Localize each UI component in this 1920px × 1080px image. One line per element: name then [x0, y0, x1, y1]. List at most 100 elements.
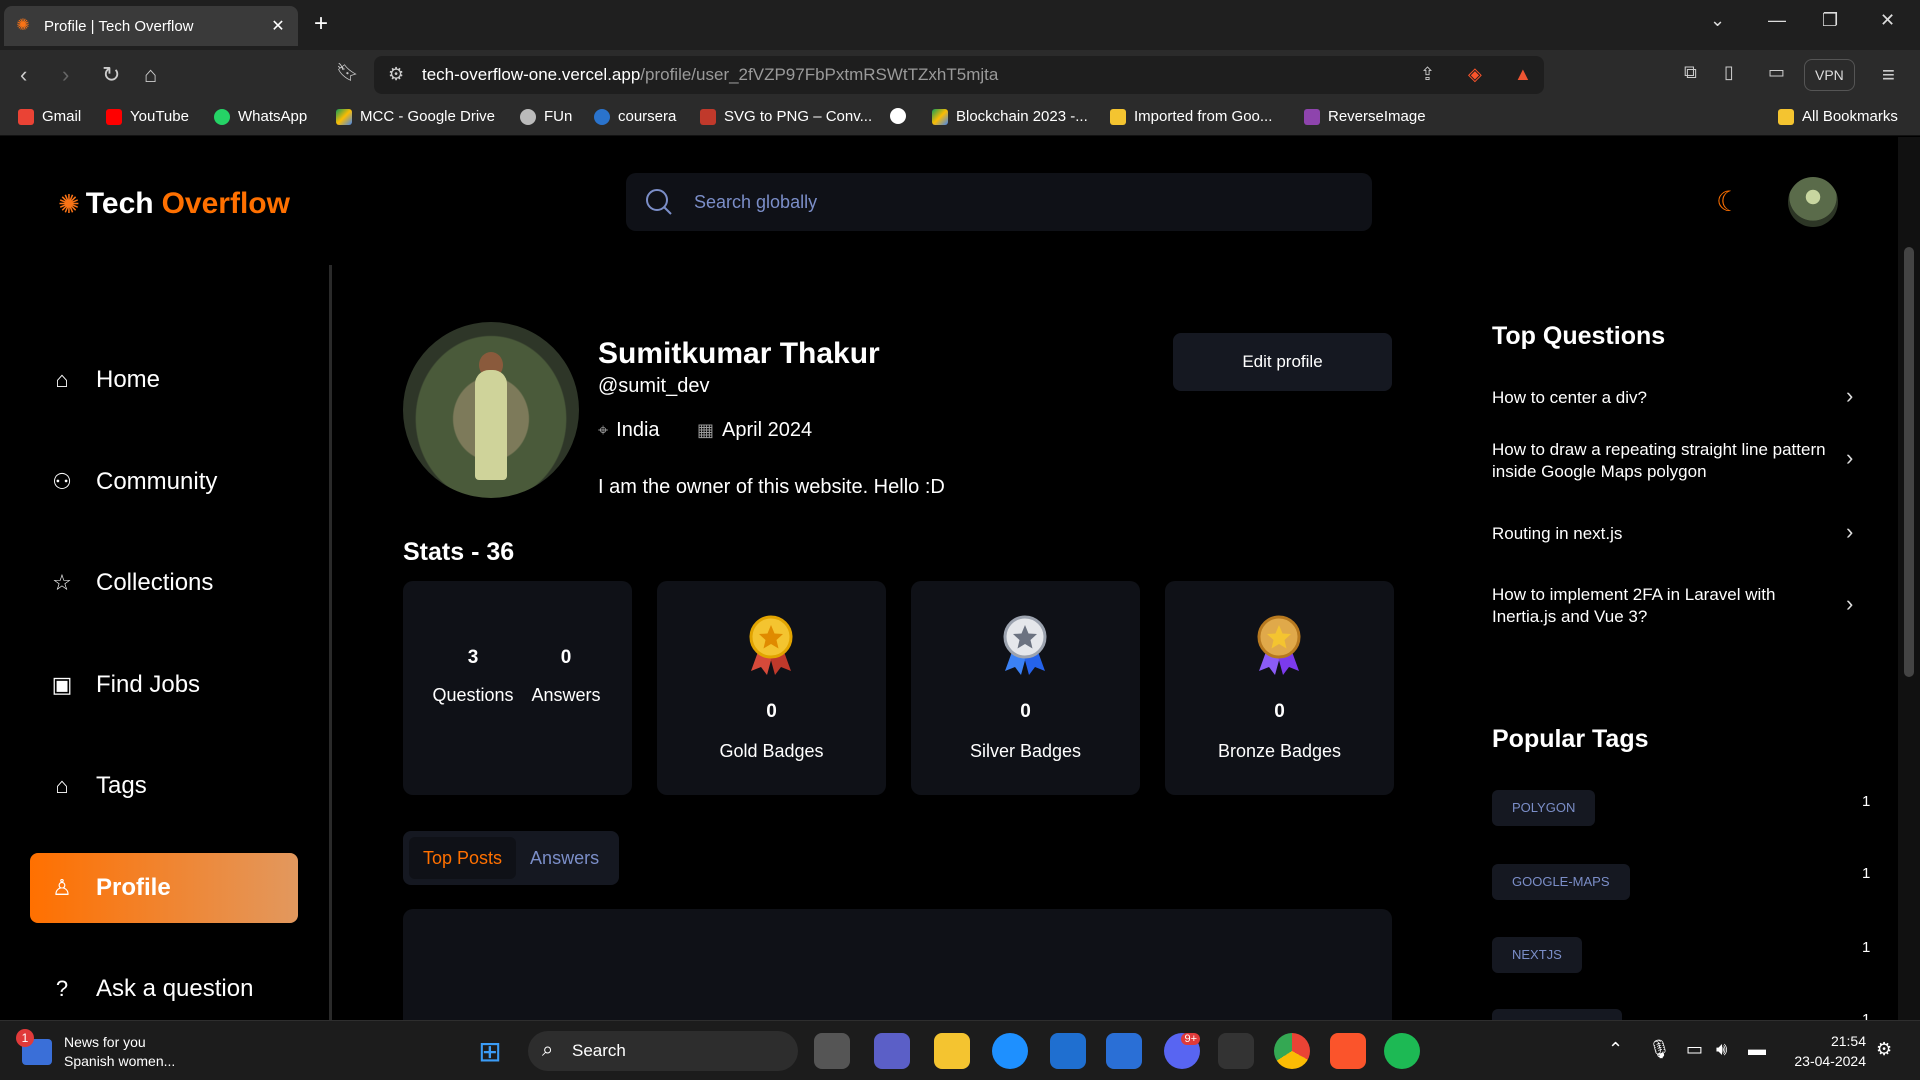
close-window-icon[interactable]: ✕	[1880, 10, 1895, 31]
stat-card-bronze: 0 Bronze Badges	[1165, 581, 1394, 795]
network-icon[interactable]: ▭	[1686, 1039, 1703, 1060]
star-icon: ☆	[52, 570, 72, 595]
top-question-item[interactable]: How to center a div?	[1492, 387, 1832, 409]
windows-start-icon[interactable]: ⊞	[472, 1033, 508, 1069]
nav-ask-question[interactable]: ? Ask a question	[30, 954, 298, 1020]
teams-icon[interactable]	[874, 1033, 910, 1069]
top-question-item[interactable]: How to implement 2FA in Laravel with Ine…	[1492, 584, 1832, 628]
terminal-icon[interactable]	[1218, 1033, 1254, 1069]
task-view-icon[interactable]	[814, 1033, 850, 1069]
edge-icon[interactable]	[992, 1033, 1028, 1069]
top-question-item[interactable]: How to draw a repeating straight line pa…	[1492, 439, 1832, 483]
bookmark-coursera[interactable]: coursera	[594, 108, 676, 125]
brave-shields-icon[interactable]: ◈	[1468, 64, 1482, 85]
bookmark-blockchain[interactable]: Blockchain 2023 -...	[932, 108, 1088, 125]
bookmark-mcc-drive[interactable]: MCC - Google Drive	[336, 108, 495, 125]
wallet-icon[interactable]: ▭	[1768, 62, 1785, 83]
close-tab-icon[interactable]: ✕	[268, 16, 288, 36]
news-title: News for you	[64, 1034, 146, 1050]
nav-find-jobs[interactable]: ▣ Find Jobs	[30, 650, 298, 720]
profile-photo-body	[475, 370, 507, 480]
top-question-item[interactable]: Routing in next.js	[1492, 523, 1832, 545]
google-drive-icon	[336, 108, 352, 125]
ms-store-icon[interactable]	[1106, 1033, 1142, 1069]
tag-pill[interactable]: NEXTJS	[1492, 937, 1582, 973]
nav-home[interactable]: ⌂ Home	[30, 345, 298, 415]
spotify-icon[interactable]	[1384, 1033, 1420, 1069]
browser-tab[interactable]: ✺ Profile | Tech Overflow ✕	[4, 6, 298, 46]
show-hidden-icons[interactable]: ⌃	[1608, 1039, 1623, 1060]
chevron-right-icon[interactable]: ›	[1846, 519, 1853, 545]
file-explorer-icon[interactable]	[934, 1033, 970, 1069]
browser-tab-bar: ✺ Profile | Tech Overflow ✕ + ⌄ — ❐ ✕	[0, 0, 1920, 50]
global-search[interactable]: Search globally	[626, 173, 1372, 231]
microphone-icon[interactable]: 🎙︎	[1648, 1039, 1671, 1060]
tag-pill[interactable]: GOOGLE-MAPS	[1492, 864, 1630, 900]
nav-collections[interactable]: ☆ Collections	[30, 548, 298, 618]
vpn-button[interactable]: VPN	[1804, 59, 1855, 91]
browser-toolbar: ‹ › ↻ ⌂ 🔖︎ ⚙ tech-overflow-one.vercel.ap…	[0, 50, 1920, 100]
chrome-icon[interactable]	[1274, 1033, 1310, 1069]
nav-profile[interactable]: ♙ Profile	[30, 853, 298, 923]
tab-top-posts[interactable]: Top Posts	[409, 837, 517, 879]
menu-icon[interactable]: ≡	[1882, 62, 1895, 88]
bookmark-google[interactable]	[890, 108, 914, 124]
discord-icon[interactable]: 9+	[1164, 1033, 1200, 1069]
stats-title: Stats - 36	[403, 538, 515, 566]
forward-icon[interactable]: ›	[62, 62, 69, 88]
chevron-right-icon[interactable]: ›	[1846, 383, 1853, 409]
sidebar-toggle-icon[interactable]: ▯	[1724, 62, 1734, 83]
nav-community[interactable]: ⚇ Community	[30, 447, 298, 517]
reload-icon[interactable]: ↻	[102, 62, 120, 88]
back-icon[interactable]: ‹	[20, 62, 27, 88]
page-viewport: ✺ Tech Overflow Search globally ☾ ⌂ Home …	[0, 137, 1898, 1020]
edit-profile-button[interactable]: Edit profile	[1173, 333, 1392, 391]
notifications-icon[interactable]: ⚙	[1876, 1039, 1892, 1060]
url-host: tech-overflow-one.vercel.app	[422, 65, 641, 84]
bookmark-youtube[interactable]: YouTube	[106, 108, 189, 125]
extensions-icon[interactable]: ⧉	[1684, 62, 1697, 83]
site-logo[interactable]: ✺ Tech Overflow	[58, 187, 290, 221]
address-bar[interactable]: ⚙ tech-overflow-one.vercel.app/profile/u…	[374, 56, 1544, 94]
tab-search-icon[interactable]: ⌄	[1710, 10, 1725, 31]
volume-icon[interactable]: 🔊︎	[1716, 1039, 1727, 1060]
brave-icon[interactable]	[1330, 1033, 1366, 1069]
bookmark-svg-to-png[interactable]: SVG to PNG – Conv...	[700, 108, 872, 125]
theme-toggle-moon-icon[interactable]: ☾	[1716, 185, 1741, 218]
home-icon: ⌂	[55, 367, 69, 392]
tab-answers[interactable]: Answers	[516, 837, 613, 879]
bookmark-imported[interactable]: Imported from Goo...	[1110, 108, 1272, 125]
new-tab-button[interactable]: +	[314, 10, 328, 38]
bookmark-icon[interactable]: 🔖︎	[336, 62, 359, 83]
vscode-icon[interactable]	[1050, 1033, 1086, 1069]
page-scrollbar[interactable]	[1898, 137, 1920, 1020]
post-card[interactable]	[403, 909, 1392, 1020]
silver-badges-label: Silver Badges	[969, 741, 1082, 761]
youtube-icon	[106, 108, 122, 125]
main-content: Sumitkumar Thakur @sumit_dev ⌖ India ▦ Apr…	[332, 265, 1462, 1020]
scrollbar-thumb[interactable]	[1904, 247, 1914, 677]
news-widget[interactable]: 1 News for you Spanish women...	[16, 1029, 175, 1071]
chevron-right-icon[interactable]: ›	[1846, 591, 1853, 617]
search-icon	[646, 189, 672, 215]
bookmark-gmail[interactable]: Gmail	[18, 108, 81, 125]
tag-pill[interactable]: POLYGON	[1492, 790, 1596, 826]
all-bookmarks[interactable]: All Bookmarks	[1778, 108, 1898, 125]
tag-pill[interactable]	[1492, 1009, 1622, 1020]
system-clock[interactable]: 21:54 23-04-2024	[1788, 1031, 1866, 1071]
chevron-right-icon[interactable]: ›	[1846, 445, 1853, 471]
bookmark-whatsapp[interactable]: WhatsApp	[214, 108, 307, 125]
user-avatar[interactable]	[1788, 177, 1838, 227]
taskbar-search[interactable]: ⌕ Search	[528, 1031, 798, 1071]
brave-rewards-icon[interactable]: ▲	[1514, 64, 1532, 85]
site-info-icon[interactable]: ⚙	[388, 64, 404, 85]
share-icon[interactable]: ⇪	[1420, 64, 1435, 85]
restore-icon[interactable]: ❐	[1822, 10, 1838, 31]
nav-tags[interactable]: ⌂ Tags	[30, 751, 298, 821]
home-browser-icon[interactable]: ⌂	[144, 62, 157, 88]
bookmark-reverse-image[interactable]: ReverseImage	[1304, 108, 1426, 125]
minimize-icon[interactable]: —	[1768, 10, 1786, 31]
bookmark-fun[interactable]: FUn	[520, 108, 572, 125]
battery-icon[interactable]: ▬	[1748, 1039, 1766, 1060]
clock-date: 23-04-2024	[1794, 1053, 1866, 1069]
